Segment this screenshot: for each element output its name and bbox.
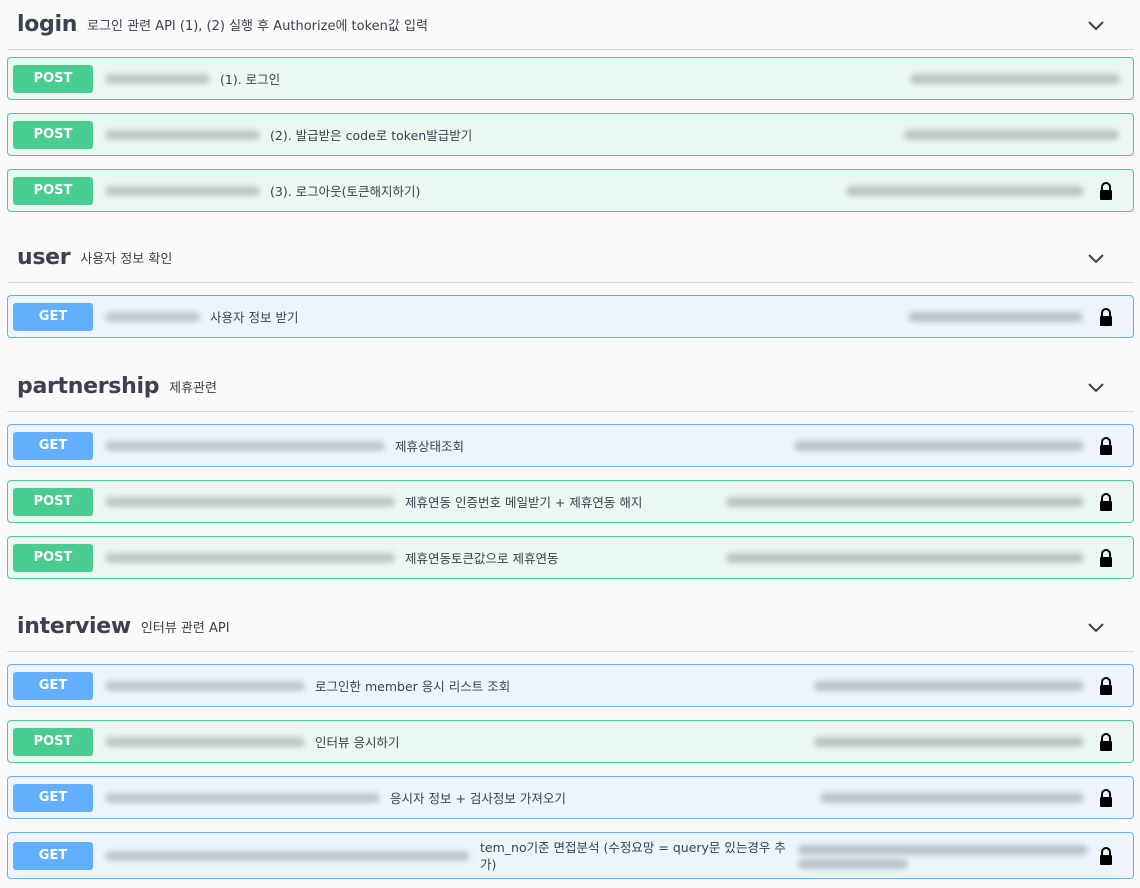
section-title: interview (17, 614, 131, 639)
operation-summary: 로그인한 member 응시 리스트 조회 (315, 679, 511, 694)
endpoint-path-redacted (105, 440, 385, 451)
lock-icon[interactable] (1096, 732, 1116, 752)
operation-id-redacted (908, 312, 1083, 322)
method-badge: POST (13, 176, 93, 205)
section-description: 제휴관련 (169, 381, 217, 396)
method-badge: GET (13, 783, 93, 812)
operation-summary: 응시자 정보 + 검사정보 가져오기 (390, 791, 566, 806)
section-header-user[interactable]: user 사용자 정보 확인 (7, 233, 1134, 283)
operation-id-redacted (726, 553, 1084, 563)
lock-icon[interactable] (1096, 846, 1116, 866)
operation-row[interactable]: GET 응시자 정보 + 검사정보 가져오기 (7, 776, 1134, 819)
endpoint-path-redacted (105, 129, 260, 140)
method-badge: POST (13, 487, 93, 516)
section-header-partnership[interactable]: partnership 제휴관련 (7, 362, 1134, 412)
operation-row[interactable]: POST (3). 로그아웃(토큰해지하기) (7, 169, 1134, 212)
operation-row[interactable]: POST (2). 발급받은 code로 token발급받기 (7, 113, 1134, 156)
endpoint-path-redacted (105, 185, 260, 196)
endpoint-path-redacted (105, 73, 210, 84)
operation-summary: 사용자 정보 받기 (210, 310, 299, 325)
lock-icon[interactable] (1096, 492, 1116, 512)
operation-id-redacted (814, 737, 1084, 747)
operation-summary: 제휴상태조회 (395, 439, 465, 454)
operation-id-redacted (846, 186, 1084, 196)
operation-summary: 인터뷰 응시하기 (315, 735, 400, 750)
operation-id-redacted (820, 793, 1084, 803)
endpoint-path-redacted (105, 850, 470, 861)
lock-icon[interactable] (1096, 788, 1116, 808)
operation-id-redacted (910, 74, 1120, 84)
method-badge: GET (13, 431, 93, 460)
endpoint-path-redacted (105, 311, 200, 322)
chevron-down-icon[interactable] (1086, 377, 1106, 397)
method-badge: GET (13, 841, 93, 870)
lock-icon[interactable] (1096, 436, 1116, 456)
method-badge: GET (13, 671, 93, 700)
section-header-login[interactable]: login 로그인 관련 API (1), (2) 실행 후 Authorize… (7, 0, 1134, 50)
operation-row[interactable]: GET 로그인한 member 응시 리스트 조회 (7, 664, 1134, 707)
operation-summary: (3). 로그아웃(토큰해지하기) (270, 184, 421, 199)
chevron-down-icon[interactable] (1086, 617, 1106, 637)
operation-summary: 제휴연동토큰값으로 제휴연동 (405, 551, 559, 566)
section-description: 인터뷰 관련 API (140, 621, 230, 636)
operation-id-redacted (798, 845, 1088, 855)
operation-row[interactable]: GET 사용자 정보 받기 (7, 295, 1134, 338)
lock-icon[interactable] (1096, 181, 1116, 201)
endpoint-path-redacted (105, 736, 305, 747)
operation-id-redacted (726, 497, 1084, 507)
endpoint-path-redacted (105, 680, 305, 691)
endpoint-path-redacted (105, 792, 380, 803)
operation-summary: (2). 발급받은 code로 token발급받기 (270, 128, 473, 143)
chevron-down-icon[interactable] (1086, 15, 1106, 35)
lock-icon[interactable] (1096, 548, 1116, 568)
operation-id-redacted (798, 859, 908, 869)
operation-row[interactable]: POST 제휴연동토큰값으로 제휴연동 (7, 536, 1134, 579)
lock-icon[interactable] (1096, 676, 1116, 696)
method-badge: POST (13, 727, 93, 756)
method-badge: GET (13, 302, 93, 331)
operation-id-redacted (794, 441, 1084, 451)
section-title: user (17, 245, 71, 270)
operation-row[interactable]: POST 인터뷰 응시하기 (7, 720, 1134, 763)
operation-summary: (1). 로그인 (220, 72, 281, 87)
section-title: login (17, 12, 78, 37)
operation-id-redacted (904, 130, 1119, 140)
operation-id-redacted (814, 681, 1084, 691)
operation-summary: 제휴연동 인증번호 메일받기 + 제휴연동 해지 (405, 495, 643, 510)
section-description: 로그인 관련 API (1), (2) 실행 후 Authorize에 toke… (87, 19, 428, 34)
endpoint-path-redacted (105, 496, 395, 507)
operation-row[interactable]: GET tem_no기준 면접분석 (수정요망 = query문 있는경우 추가… (7, 832, 1134, 879)
operation-row[interactable]: GET 제휴상태조회 (7, 424, 1134, 467)
method-badge: POST (13, 543, 93, 572)
chevron-down-icon[interactable] (1086, 248, 1106, 268)
section-description: 사용자 정보 확인 (80, 252, 173, 267)
operation-row[interactable]: POST (1). 로그인 (7, 57, 1134, 100)
operation-row[interactable]: POST 제휴연동 인증번호 메일받기 + 제휴연동 해지 (7, 480, 1134, 523)
section-header-interview[interactable]: interview 인터뷰 관련 API (7, 602, 1134, 652)
endpoint-path-redacted (105, 552, 395, 563)
lock-icon[interactable] (1096, 307, 1116, 327)
method-badge: POST (13, 120, 93, 149)
method-badge: POST (13, 64, 93, 93)
operation-summary: tem_no기준 면접분석 (수정요망 = query문 있는경우 추가) (480, 839, 786, 872)
section-title: partnership (17, 374, 160, 399)
